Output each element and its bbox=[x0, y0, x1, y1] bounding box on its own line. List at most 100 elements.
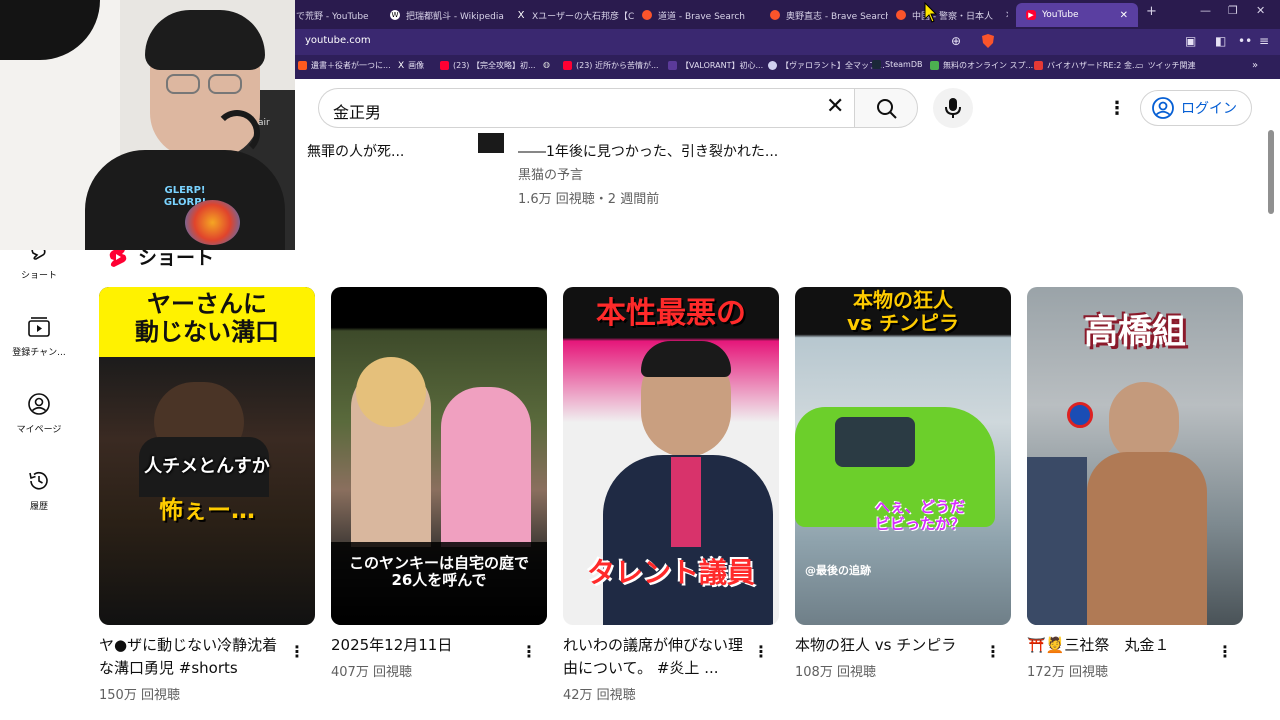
bookmark-item[interactable]: 無料のオンライン スプ... bbox=[930, 60, 1033, 71]
browser-tab[interactable]: 道道 - Brave Search bbox=[642, 3, 766, 27]
thumbnail-overlay-text: 怖ぇー… bbox=[159, 496, 255, 524]
shorts-card[interactable]: このヤンキーは自宅の庭で 26人を呼んで 2025年12月11日 407万 回視… bbox=[331, 287, 547, 680]
settings-menu-icon[interactable]: ⋮ bbox=[1108, 98, 1126, 119]
new-tab-button[interactable]: + bbox=[1146, 4, 1157, 19]
chair-logo-text: air bbox=[258, 118, 270, 128]
youtube-icon: ▶ bbox=[1026, 10, 1036, 20]
youtube-icon bbox=[563, 61, 572, 70]
url-field[interactable]: youtube.com bbox=[305, 35, 371, 46]
shorts-title[interactable]: 本物の狂人 vs チンピラ bbox=[795, 634, 985, 657]
browser-tab[interactable]: 中国 - 警察・日本人 ✕ bbox=[896, 3, 1008, 27]
person-tie bbox=[671, 457, 701, 547]
clear-search-icon[interactable]: ✕ bbox=[826, 96, 844, 118]
video-title[interactable]: ――1年後に見つかった、引き裂かれた... bbox=[518, 141, 778, 161]
menu-icon[interactable]: ≡ bbox=[1259, 34, 1269, 48]
thumbnail-overlay-text: 高橋組 bbox=[1084, 312, 1186, 352]
brave-icon bbox=[642, 10, 652, 20]
more-actions-icon[interactable]: ⋮ bbox=[985, 642, 1001, 661]
thumbnail-overlay-text: タレント議員 bbox=[586, 556, 755, 589]
thumbnail-overlay-text: へぇ、どうだ ビビったか？ bbox=[874, 498, 965, 534]
search-input[interactable] bbox=[318, 88, 870, 128]
thumbnail-overlay-text: ヤーさんに 動じない溝口 bbox=[135, 290, 279, 346]
wallet-icon[interactable]: ▣ bbox=[1185, 34, 1196, 48]
video-title[interactable]: 無罪の人が死... bbox=[307, 141, 404, 161]
browser-tab[interactable]: 奥野直志 - Brave Search bbox=[770, 3, 888, 27]
browser-tab-active[interactable]: ▶ YouTube ✕ bbox=[1016, 3, 1138, 27]
person-hair bbox=[641, 341, 731, 377]
thumbnail-overlay-tag: @最後の追跡 bbox=[805, 564, 871, 577]
bookmark-item[interactable]: 遺書＋役者が一つに... bbox=[298, 60, 391, 71]
bookmark-folder[interactable]: ▭ ツイッチ関連 bbox=[1136, 60, 1196, 71]
search-button[interactable] bbox=[854, 88, 918, 128]
bookmark-item[interactable]: 【ヴァロラント】全マップ... bbox=[768, 60, 885, 71]
x-icon: X bbox=[517, 9, 525, 21]
close-tab-icon[interactable]: ✕ bbox=[1005, 10, 1008, 21]
shorts-thumbnail[interactable]: 本性最悪の タレント議員 bbox=[563, 287, 779, 625]
account-icon bbox=[28, 393, 50, 415]
search-query[interactable]: 金正男 bbox=[333, 99, 381, 123]
bookmark-item[interactable]: SteamDB bbox=[872, 60, 922, 69]
sidebar-item-subscriptions[interactable]: 登録チャン... bbox=[0, 315, 78, 358]
bookmark-item[interactable]: (23) 近所から苦情が... bbox=[563, 60, 659, 71]
brave-icon bbox=[896, 10, 906, 20]
bookmark-icon bbox=[668, 61, 677, 70]
subscriptions-icon bbox=[28, 317, 50, 337]
glasses-shape bbox=[208, 74, 242, 94]
bookmark-icon bbox=[1034, 61, 1043, 70]
browser-tab[interactable]: W 把瑞都凱斗 - Wikipedia bbox=[390, 3, 510, 27]
shorts-card[interactable]: ヤーさんに 動じない溝口 人チメとんすか 怖ぇー… ヤ●ザに動じない冷静沈着な溝… bbox=[99, 287, 315, 703]
view-count: 42万 回視聴 bbox=[563, 688, 636, 703]
person-hair bbox=[145, 10, 265, 70]
mouse-cursor-icon bbox=[924, 2, 938, 23]
more-actions-icon[interactable]: ⋮ bbox=[289, 642, 305, 661]
extensions-icon[interactable]: •• bbox=[1238, 34, 1252, 48]
view-count: 108万 回視聴 bbox=[795, 665, 876, 680]
page-scrollbar[interactable] bbox=[1268, 130, 1274, 214]
bookmark-item[interactable]: X 画像 bbox=[398, 60, 424, 71]
voice-search-button[interactable] bbox=[933, 88, 973, 128]
close-window-icon[interactable]: ✕ bbox=[1256, 4, 1265, 17]
person-head bbox=[1109, 382, 1179, 462]
sidebar-item-mypage[interactable]: マイページ bbox=[0, 392, 78, 435]
account-icon bbox=[1152, 97, 1174, 119]
person-tattooed-body bbox=[1087, 452, 1207, 625]
wikipedia-icon: W bbox=[390, 10, 400, 20]
shorts-card[interactable]: 本物の狂人 vs チンピラ へぇ、どうだ ビビったか？ @最後の追跡 本物の狂人… bbox=[795, 287, 1011, 680]
bookmark-item[interactable]: (23) 【完全攻略】初... bbox=[440, 60, 536, 71]
glasses-shape bbox=[166, 74, 200, 94]
zoom-icon[interactable]: ⊕ bbox=[951, 34, 961, 48]
browser-tab[interactable]: で荒野 - YouTube bbox=[296, 3, 384, 27]
view-count: 172万 回視聴 bbox=[1027, 665, 1108, 680]
close-tab-icon[interactable]: ✕ bbox=[1120, 10, 1128, 21]
car-window bbox=[835, 417, 915, 467]
browser-tab[interactable]: X Xユーザーの大石邦彦【CBC】 bbox=[516, 3, 634, 27]
channel-avatar[interactable] bbox=[478, 133, 504, 153]
bookmark-item[interactable]: ◍ bbox=[543, 60, 550, 69]
bookmark-item[interactable]: バイオハザードRE:2 金... bbox=[1034, 60, 1140, 71]
microphone-icon bbox=[945, 98, 961, 118]
shorts-title[interactable]: ヤ●ザに動じない冷静沈着な溝口勇児 #shorts bbox=[99, 634, 289, 680]
shorts-thumbnail[interactable]: このヤンキーは自宅の庭で 26人を呼んで bbox=[331, 287, 547, 625]
shorts-thumbnail[interactable]: ヤーさんに 動じない溝口 人チメとんすか 怖ぇー… bbox=[99, 287, 315, 625]
shorts-thumbnail[interactable]: 本物の狂人 vs チンピラ へぇ、どうだ ビビったか？ @最後の追跡 bbox=[795, 287, 1011, 625]
more-bookmarks-icon[interactable]: » bbox=[1252, 60, 1258, 71]
shorts-title[interactable]: 2025年12月11日 bbox=[331, 634, 521, 657]
shirt-graphic bbox=[185, 200, 240, 245]
maximize-icon[interactable]: ❐ bbox=[1228, 4, 1238, 17]
sidebar-item-history[interactable]: 履歴 bbox=[0, 469, 78, 512]
sidebar-toggle-icon[interactable]: ◧ bbox=[1215, 34, 1226, 48]
more-actions-icon[interactable]: ⋮ bbox=[521, 642, 537, 661]
channel-name[interactable]: 黒猫の予言 bbox=[518, 164, 583, 183]
login-button[interactable]: ログイン bbox=[1140, 90, 1252, 126]
shorts-title[interactable]: れいわの議席が伸びない理由について。 #炎上 ... bbox=[563, 634, 753, 680]
person-hair bbox=[356, 357, 426, 427]
more-actions-icon[interactable]: ⋮ bbox=[1217, 642, 1233, 661]
bookmark-item[interactable]: 【VALORANT】初心... bbox=[668, 60, 763, 71]
shorts-card[interactable]: 高橋組 ⛩️💆三社祭 丸金１ 172万 回視聴 ⋮ bbox=[1027, 287, 1243, 680]
shorts-thumbnail[interactable]: 高橋組 bbox=[1027, 287, 1243, 625]
minimize-icon[interactable]: — bbox=[1200, 4, 1211, 17]
shorts-card[interactable]: 本性最悪の タレント議員 れいわの議席が伸びない理由について。 #炎上 ... … bbox=[563, 287, 779, 703]
more-actions-icon[interactable]: ⋮ bbox=[753, 642, 769, 661]
brave-shield-icon[interactable] bbox=[980, 33, 996, 52]
shorts-title[interactable]: ⛩️💆三社祭 丸金１ bbox=[1027, 634, 1217, 657]
